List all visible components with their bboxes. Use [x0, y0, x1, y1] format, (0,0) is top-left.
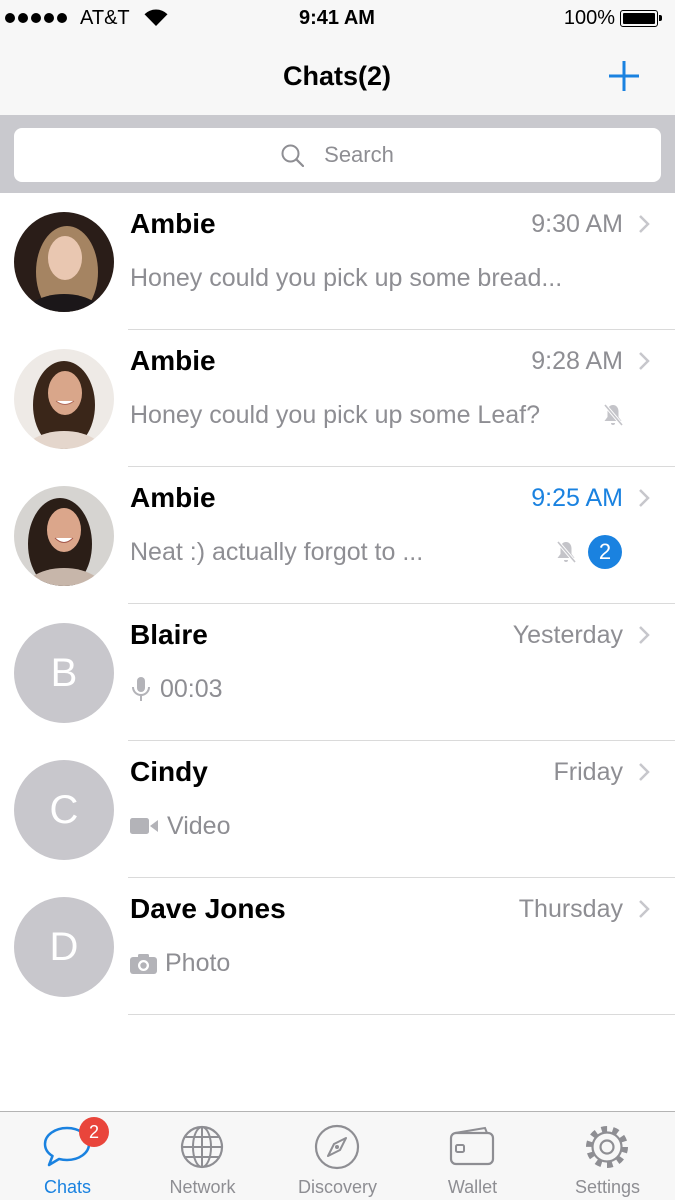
chevron-right-icon [639, 352, 650, 370]
chevron-right-icon [639, 763, 650, 781]
contact-name: Ambie [130, 208, 216, 239]
tab-network[interactable]: Network [135, 1112, 270, 1200]
contact-photo [14, 212, 114, 312]
tab-label: Settings [574, 1177, 641, 1197]
tab-label: Discovery [297, 1177, 377, 1197]
chevron-right-icon [639, 215, 650, 233]
gear-icon [586, 1126, 628, 1168]
tab-label: Chats [43, 1177, 92, 1197]
chat-row[interactable]: Ambie 9:25 AM Neat :) actually forgot to… [0, 467, 675, 604]
signal-strength-indicator [5, 13, 67, 23]
navigation-bar: Chats(2) [0, 36, 675, 115]
wallet-icon [449, 1126, 495, 1166]
camera-icon [130, 954, 157, 974]
message-preview: Photo [130, 948, 230, 978]
contact-initial-avatar: B [14, 623, 114, 723]
message-preview-text: Video [167, 812, 231, 840]
chevron-right-icon [639, 489, 650, 507]
search-icon [281, 144, 305, 167]
message-time: 9:30 AM [531, 210, 623, 238]
chat-row[interactable]: C Cindy Friday Video [0, 741, 675, 878]
compass-icon [314, 1124, 360, 1170]
battery-icon [620, 10, 662, 27]
message-preview-text: 00:03 [160, 675, 223, 703]
status-bar: AT&T 9:41 AM 100% [0, 0, 675, 36]
message-preview-text: Honey could you pick up some bread... [130, 264, 563, 292]
new-chat-button[interactable] [606, 58, 642, 94]
contact-name: Ambie [130, 482, 216, 513]
search-area: Search [0, 115, 675, 193]
chat-row[interactable]: Ambie 9:30 AM Honey could you pick up so… [0, 193, 675, 330]
unread-count-badge: 2 [588, 535, 622, 569]
contact-name: Dave Jones [130, 893, 286, 924]
battery-percentage: 100% [563, 7, 615, 29]
signal-dot [5, 13, 15, 23]
tab-unread-badge: 2 [79, 1117, 109, 1147]
chat-row[interactable]: B Blaire Yesterday 00:03 [0, 604, 675, 741]
chevron-right-icon [639, 626, 650, 644]
tab-wallet[interactable]: Wallet [405, 1112, 540, 1200]
message-preview: Honey could you pick up some Leaf? [130, 400, 540, 430]
status-time: 9:41 AM [299, 7, 375, 29]
signal-dot [57, 13, 67, 23]
message-time: Yesterday [512, 621, 623, 649]
message-time: 9:28 AM [531, 347, 623, 375]
carrier-name: AT&T [80, 7, 130, 29]
wifi-icon [144, 9, 168, 26]
message-preview-text: Honey could you pick up some Leaf? [130, 401, 540, 429]
muted-bell-icon [603, 403, 624, 427]
tab-label: Wallet [447, 1177, 498, 1197]
tab-bar: 2 Chats Network Discovery Wallet Setting… [0, 1111, 675, 1200]
tab-settings[interactable]: Settings [540, 1112, 675, 1200]
signal-dot [18, 13, 28, 23]
plus-icon [609, 61, 639, 91]
message-preview-text: Neat :) actually forgot to ... [130, 538, 424, 566]
message-preview: 00:03 [130, 674, 223, 704]
message-preview: Honey could you pick up some bread... [130, 263, 562, 293]
page-title: Chats(2) [282, 61, 391, 91]
contact-name: Cindy [130, 756, 208, 787]
signal-dot [44, 13, 54, 23]
contact-initial-avatar: D [14, 897, 114, 997]
row-divider [128, 1014, 675, 1015]
contact-photo [14, 349, 114, 449]
message-time: Friday [553, 758, 623, 786]
message-preview: Neat :) actually forgot to ... [130, 537, 423, 567]
chat-list: Ambie 9:30 AM Honey could you pick up so… [0, 193, 675, 1015]
tab-label: Network [169, 1177, 236, 1197]
chat-row[interactable]: Ambie 9:28 AM Honey could you pick up so… [0, 330, 675, 467]
message-preview-text: Photo [165, 949, 231, 977]
search-input[interactable]: Search [14, 128, 661, 182]
chevron-right-icon [639, 900, 650, 918]
chat-row[interactable]: D Dave Jones Thursday Photo [0, 878, 675, 1015]
globe-icon [180, 1125, 224, 1169]
contact-name: Blaire [130, 619, 208, 650]
contact-name: Ambie [130, 345, 216, 376]
message-time: 9:25 AM [531, 484, 623, 512]
signal-dot [31, 13, 41, 23]
tab-discovery[interactable]: Discovery [270, 1112, 405, 1200]
screen: AT&T 9:41 AM 100% Chats(2) Search Ambie … [0, 0, 675, 1200]
video-camera-icon [130, 818, 158, 834]
contact-photo [14, 486, 114, 586]
contact-initial-avatar: C [14, 760, 114, 860]
battery-level-fill [623, 13, 655, 24]
microphone-icon [132, 677, 150, 701]
message-preview: Video [130, 811, 231, 841]
tab-chats[interactable]: 2 Chats [0, 1112, 135, 1200]
search-placeholder: Search [324, 142, 394, 167]
message-time: Thursday [518, 895, 623, 923]
muted-bell-icon [556, 540, 577, 564]
